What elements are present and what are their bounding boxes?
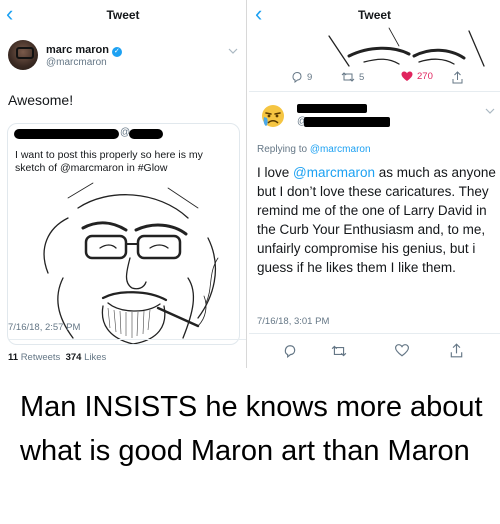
quoted-tweet-text: I want to post this properly so here is …: [15, 149, 203, 174]
reply-button[interactable]: 9: [291, 71, 312, 83]
like-count: 270: [417, 71, 433, 82]
share-button[interactable]: [452, 71, 463, 84]
redacted-handle: [129, 129, 163, 139]
quoted-tweet[interactable]: @ I want to post this properly so here i…: [7, 123, 240, 345]
share-icon: [452, 71, 463, 84]
reply-count: 9: [307, 71, 313, 83]
like-icon[interactable]: [395, 344, 409, 357]
right-tweet-panel: ‹ Tweet 9 5 270 @ Replying to @marcmaron…: [249, 0, 500, 368]
nav-bar: ‹ Tweet: [0, 0, 246, 30]
nav-title: Tweet: [357, 8, 392, 22]
reply-icon: [292, 71, 302, 83]
reply-text-start: I love: [257, 165, 294, 180]
retweets-label[interactable]: Retweets: [21, 352, 61, 363]
left-tweet-panel: ‹ Tweet marc maron ✓ @marcmaron Awesome! …: [0, 0, 247, 368]
retweets-count: 11: [8, 352, 19, 363]
divider: [249, 91, 500, 92]
chevron-down-icon[interactable]: [228, 46, 238, 57]
likes-label[interactable]: Likes: [84, 352, 106, 363]
replying-to: Replying to @marcmaron: [257, 144, 371, 155]
retweet-count: 5: [359, 71, 365, 83]
author-name[interactable]: marc maron ✓: [46, 44, 122, 57]
nav-title: Tweet: [106, 8, 140, 22]
avatar[interactable]: [8, 40, 38, 70]
caricature-sketch: [43, 182, 219, 344]
divider: [249, 333, 500, 334]
replying-to-label: Replying to: [257, 144, 308, 155]
like-icon: [401, 71, 413, 81]
verified-icon: ✓: [111, 47, 122, 57]
redacted-handle: [304, 117, 390, 127]
likes-count: 374: [65, 352, 82, 363]
action-bar-bottom: [249, 340, 500, 362]
timestamp: 7/16/18, 2:57 PM: [8, 322, 81, 333]
author-name-text: marc maron: [46, 44, 109, 56]
chevron-down-icon[interactable]: [485, 106, 495, 117]
reply-icon[interactable]: [283, 344, 297, 358]
retweet-icon: [341, 72, 355, 82]
redacted-name: [14, 129, 119, 139]
reply-mention[interactable]: @marcmaron: [293, 165, 375, 180]
divider: [8, 339, 246, 340]
meme-caption: Man INSISTS he knows more about what is …: [20, 391, 483, 467]
retweet-icon[interactable]: [331, 344, 347, 358]
share-icon[interactable]: [450, 343, 463, 358]
retweet-button[interactable]: 5: [341, 71, 364, 83]
engagement-stats: 11 Retweets 374 Likes: [8, 352, 106, 363]
reply-text: I love @marcmaron as much as anyone but …: [257, 163, 497, 277]
tweet-text: Awesome!: [8, 92, 74, 108]
avatar[interactable]: [257, 100, 289, 132]
like-button[interactable]: 270: [401, 71, 433, 82]
reply-text-end: as much as anyone but I don’t love these…: [257, 165, 496, 275]
caricature-sketch-crop: [328, 27, 485, 67]
timestamp: 7/16/18, 3:01 PM: [257, 316, 330, 327]
action-bar: 9 5 270: [249, 68, 500, 90]
replying-to-handle[interactable]: @marcmaron: [310, 144, 371, 155]
redacted-name: [297, 104, 367, 113]
author-handle[interactable]: @marcmaron: [46, 57, 107, 68]
